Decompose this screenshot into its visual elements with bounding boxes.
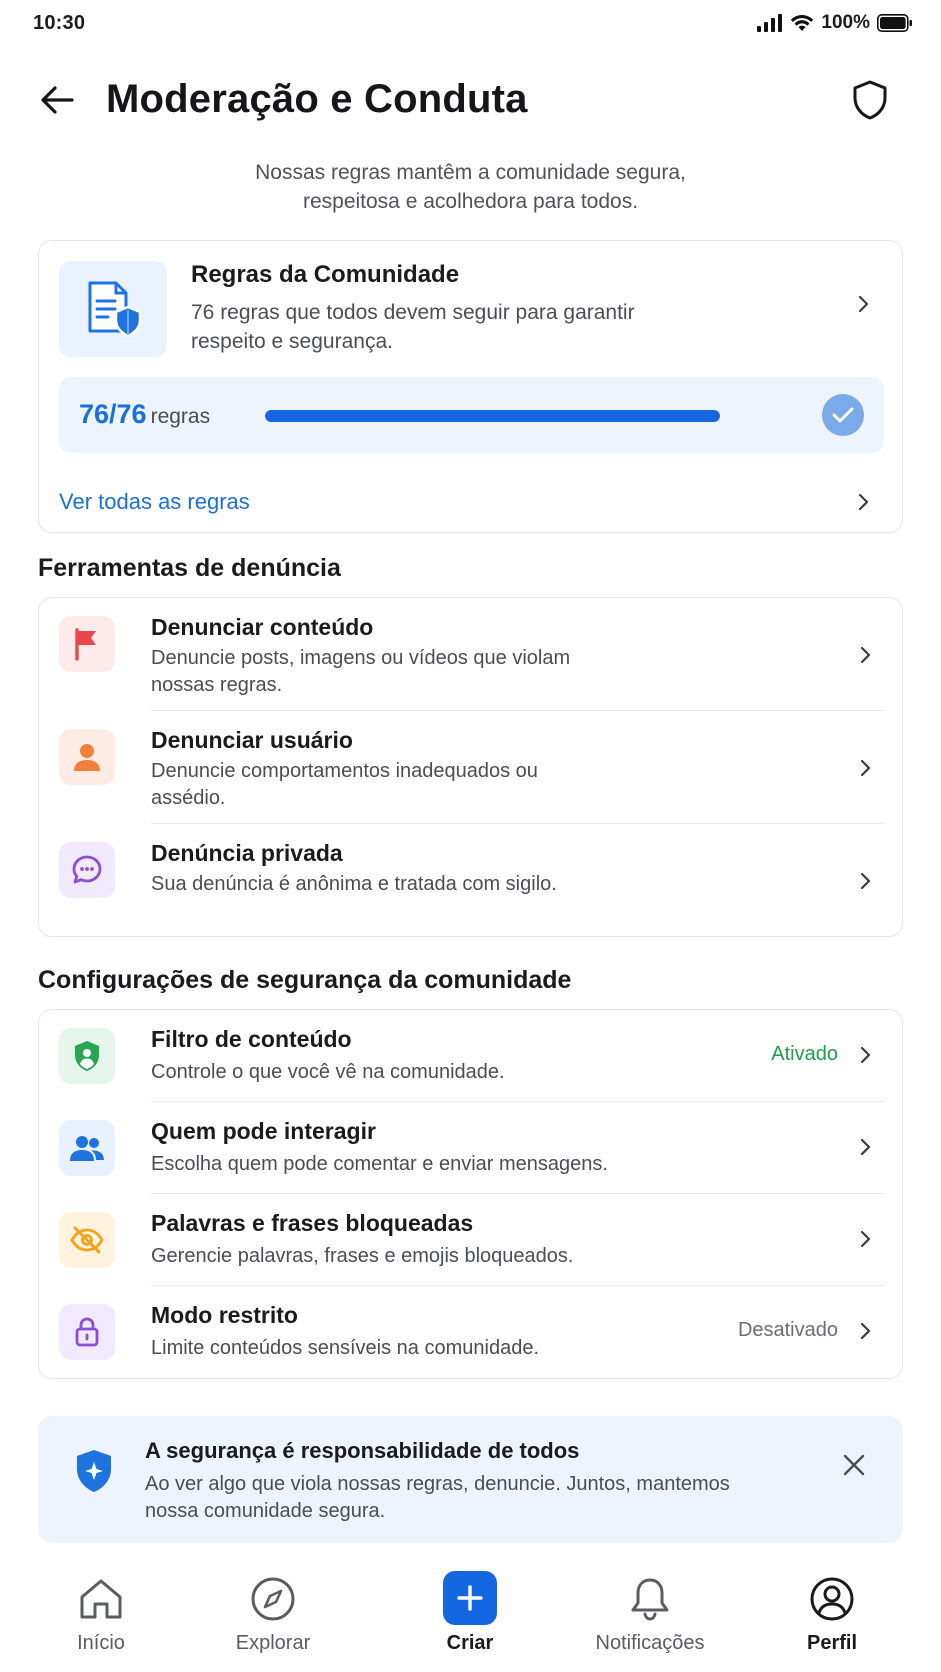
rules-card-title: Regras da Comunidade [191,261,460,288]
rules-document-icon [59,261,167,357]
lock-icon [59,1304,115,1360]
nav-explore[interactable]: Explorar [198,1555,348,1672]
report-content-title: Denunciar conteúdo [151,614,374,640]
community-rules-card: Regras da Comunidade 76 regras que todos… [38,240,903,533]
rules-progress-unit: regras [150,405,211,428]
shield-icon [853,80,887,120]
blocked-words-item[interactable]: Palavras e frases bloqueadas Gerencie pa… [39,1194,904,1286]
report-content-item[interactable]: Denunciar conteúdo Denuncie posts, image… [39,598,904,711]
chevron-right-icon [860,872,871,890]
chevron-right-icon [860,759,871,777]
nav-create-label: Criar [446,1632,494,1654]
check-circle-icon [822,394,864,436]
chevron-right-icon [860,1046,871,1064]
wifi-icon [791,15,814,31]
battery-icon [877,14,912,32]
rules-progress: 76/76 regras [59,377,884,453]
who-can-interact-title: Quem pode interagir [151,1118,376,1144]
nav-profile-label: Perfil [806,1632,858,1654]
status-icons: 100% [757,12,913,34]
nav-profile[interactable]: Perfil [757,1555,907,1672]
close-icon[interactable] [841,1452,867,1478]
chevron-right-icon [860,1230,871,1248]
private-report-title: Denúncia privada [151,840,343,866]
compass-icon [247,1573,299,1625]
bottom-navigation: Início Explorar Criar Notificações Perfi… [0,1555,941,1672]
chevron-right-icon[interactable] [854,493,872,511]
see-all-rules-link[interactable]: Ver todas as regras [59,489,250,515]
chevron-right-icon [860,646,871,664]
restricted-mode-item[interactable]: Modo restrito Limite conteúdos sensíveis… [39,1286,904,1378]
status-time: 10:30 [33,12,86,34]
rules-progress-count: 76/76 regras [79,399,211,429]
restricted-mode-description: Limite conteúdos sensíveis na comunidade… [151,1337,540,1359]
chevron-right-icon [860,1138,871,1156]
private-report-description: Sua denúncia é anônima e tratada com sig… [151,873,557,895]
restricted-mode-status: Desativado [737,1319,838,1341]
nav-home-label: Início [77,1632,125,1654]
bell-icon [624,1573,676,1625]
content-filter-title: Filtro de conteúdo [151,1026,352,1052]
safety-settings-heading: Configurações de segurança da comunidade [38,966,572,994]
banner-title: A segurança é responsabilidade de todos [145,1438,580,1463]
shield-user-icon [59,1028,115,1084]
report-tools-heading: Ferramentas de denúncia [38,554,341,582]
progress-bar [265,410,720,422]
shield-sparkle-icon [77,1450,111,1492]
profile-icon [806,1573,858,1625]
chevron-right-icon [860,1322,871,1340]
content-filter-item[interactable]: Filtro de conteúdo Controle o que você v… [39,1010,904,1102]
back-button[interactable] [36,79,78,121]
who-can-interact-item[interactable]: Quem pode interagir Escolha quem pode co… [39,1102,904,1194]
report-user-title: Denunciar usuário [151,727,353,753]
status-bar: 10:30 100% [0,0,941,50]
content-filter-description: Controle o que você vê na comunidade. [151,1061,505,1083]
plus-icon [443,1571,497,1625]
rules-card-description: 76 regras que todos devem seguir para ga… [191,301,635,353]
chevron-right-icon[interactable] [854,295,872,313]
page-title: Moderação e Conduta [106,77,528,121]
safety-shield-button[interactable] [847,77,893,123]
banner-description: Ao ver algo que viola nossas regras, den… [145,1473,730,1522]
report-user-item[interactable]: Denunciar usuário Denuncie comportamento… [39,711,904,824]
private-report-item[interactable]: Denúncia privada Sua denúncia é anônima … [39,824,904,937]
nav-create[interactable]: Criar [395,1555,545,1672]
report-user-description: Denuncie comportamentos inadequados ou a… [151,760,538,809]
safety-banner: A segurança é responsabilidade de todos … [38,1416,903,1543]
blocked-words-description: Gerencie palavras, frases e emojis bloqu… [151,1245,574,1267]
eye-off-icon [59,1212,115,1268]
arrow-left-icon [41,86,74,114]
home-icon [75,1573,127,1625]
nav-notifications[interactable]: Notificações [575,1555,725,1672]
nav-explore-label: Explorar [235,1632,311,1654]
content-filter-status: Ativado [771,1043,838,1065]
battery-percent: 100% [821,12,870,33]
progress-bar-fill [265,410,720,422]
page-subtitle: Nossas regras mantêm a comunidade segura… [255,161,686,213]
flag-icon [59,616,115,672]
nav-home[interactable]: Início [26,1555,176,1672]
top-app-bar: Moderação e Conduta [0,65,941,137]
who-can-interact-description: Escolha quem pode comentar e enviar mens… [151,1153,608,1175]
chat-bubble-icon [59,842,115,898]
people-icon [59,1120,115,1176]
safety-settings-card: Filtro de conteúdo Controle o que você v… [38,1009,903,1379]
report-content-description: Denuncie posts, imagens ou vídeos que vi… [151,647,571,696]
restricted-mode-title: Modo restrito [151,1302,298,1328]
user-icon [59,729,115,785]
blocked-words-title: Palavras e frases bloqueadas [151,1210,474,1236]
report-tools-card: Denunciar conteúdo Denuncie posts, image… [38,597,903,937]
nav-notifications-label: Notificações [595,1632,705,1654]
signal-icon [757,14,783,32]
